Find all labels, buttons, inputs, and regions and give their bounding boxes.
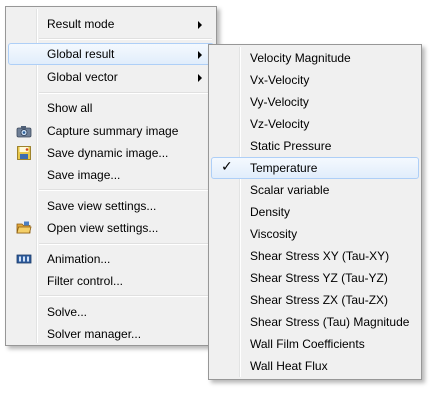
submenu-item-label: Shear Stress ZX (Tau-ZX) (250, 293, 389, 307)
submenu-item-scalar-variable[interactable]: Scalar variable (211, 179, 419, 201)
menu-item-global-result[interactable]: Global result (8, 43, 214, 65)
submenu-item-static-pressure[interactable]: Static Pressure (211, 135, 419, 157)
submenu-item-shear-stress-yz[interactable]: Shear Stress YZ (Tau-YZ) (211, 267, 419, 289)
submenu-item-vz-velocity[interactable]: Vz-Velocity (211, 113, 419, 135)
menu-item-label: Save image... (47, 168, 121, 182)
global-result-submenu: Velocity Magnitude Vx-Velocity Vy-Veloci… (208, 44, 422, 380)
menu-separator (39, 92, 212, 94)
menu-item-label: Result mode (47, 17, 115, 31)
menu-separator (39, 189, 212, 191)
submenu-item-label: Density (250, 205, 291, 219)
submenu-arrow-icon (198, 74, 202, 82)
submenu-item-label: Vy-Velocity (250, 95, 309, 109)
menu-item-label: Save dynamic image... (47, 146, 169, 160)
menu-item-save-view-settings[interactable]: Save view settings... (8, 195, 214, 217)
submenu-item-shear-stress-xy[interactable]: Shear Stress XY (Tau-XY) (211, 245, 419, 267)
submenu-item-label: Vz-Velocity (250, 117, 310, 131)
camera-icon (16, 126, 32, 138)
submenu-item-label: Static Pressure (250, 139, 332, 153)
menu-item-label: Capture summary image (47, 124, 179, 138)
submenu-item-velocity-magnitude[interactable]: Velocity Magnitude (211, 47, 419, 69)
menu-item-label: Save view settings... (47, 199, 157, 213)
menu-item-label: Open view settings... (47, 221, 159, 235)
menu-item-label: Filter control... (47, 274, 124, 288)
submenu-item-wall-heat-flux[interactable]: Wall Heat Flux (211, 355, 419, 377)
submenu-arrow-icon (198, 51, 202, 59)
menu-item-show-all[interactable]: Show all (8, 97, 214, 119)
menu-separator (39, 295, 212, 297)
menu-item-label: Solver manager... (47, 327, 142, 341)
submenu-item-viscosity[interactable]: Viscosity (211, 223, 419, 245)
menu-item-label: Global result (47, 47, 115, 61)
context-menu: Result mode Global result Global vector … (5, 6, 217, 346)
menu-item-capture-summary-image[interactable]: Capture summary image (8, 120, 214, 142)
menu-item-solve[interactable]: Solve... (8, 301, 214, 323)
submenu-item-label: Wall Heat Flux (250, 359, 328, 373)
menu-item-animation[interactable]: Animation... (8, 248, 214, 270)
submenu-item-label: Viscosity (250, 227, 298, 241)
submenu-item-wall-film-coefficients[interactable]: Wall Film Coefficients (211, 333, 419, 355)
menu-item-solver-manager[interactable]: Solver manager... (8, 323, 214, 345)
submenu-item-vx-velocity[interactable]: Vx-Velocity (211, 69, 419, 91)
menu-item-open-view-settings[interactable]: Open view settings... (8, 217, 214, 239)
checkmark-icon: ✓ (221, 159, 233, 175)
submenu-item-label: Velocity Magnitude (250, 51, 351, 65)
submenu-item-shear-stress-zx[interactable]: Shear Stress ZX (Tau-ZX) (211, 289, 419, 311)
submenu-arrow-icon (198, 21, 202, 29)
submenu-item-label: Scalar variable (250, 183, 330, 197)
menu-item-save-dynamic-image[interactable]: Save dynamic image... (8, 142, 214, 164)
menu-item-label: Show all (47, 101, 93, 115)
menu-item-label: Global vector (47, 70, 118, 84)
menu-item-global-vector[interactable]: Global vector (8, 66, 214, 88)
submenu-item-label: Wall Film Coefficients (250, 337, 365, 351)
submenu-item-density[interactable]: Density (211, 201, 419, 223)
menu-item-label: Animation... (47, 252, 111, 266)
menu-separator (39, 243, 212, 245)
submenu-item-label: Shear Stress YZ (Tau-YZ) (250, 271, 388, 285)
save-dynamic-image-icon (17, 146, 31, 160)
submenu-item-shear-stress-magnitude[interactable]: Shear Stress (Tau) Magnitude (211, 311, 419, 333)
submenu-item-label: Shear Stress XY (Tau-XY) (250, 249, 390, 263)
submenu-item-label: Temperature (250, 161, 318, 175)
film-icon (16, 254, 32, 264)
submenu-item-vy-velocity[interactable]: Vy-Velocity (211, 91, 419, 113)
menu-item-label: Solve... (47, 305, 88, 319)
menu-item-result-mode[interactable]: Result mode (8, 13, 214, 35)
menu-item-filter-control[interactable]: Filter control... (8, 270, 214, 292)
submenu-item-label: Shear Stress (Tau) Magnitude (250, 315, 410, 329)
menu-separator (39, 38, 212, 40)
menu-item-save-image[interactable]: Save image... (8, 164, 214, 186)
submenu-item-temperature[interactable]: ✓ Temperature (211, 157, 419, 179)
open-folder-icon (16, 221, 32, 234)
submenu-item-label: Vx-Velocity (250, 73, 310, 87)
